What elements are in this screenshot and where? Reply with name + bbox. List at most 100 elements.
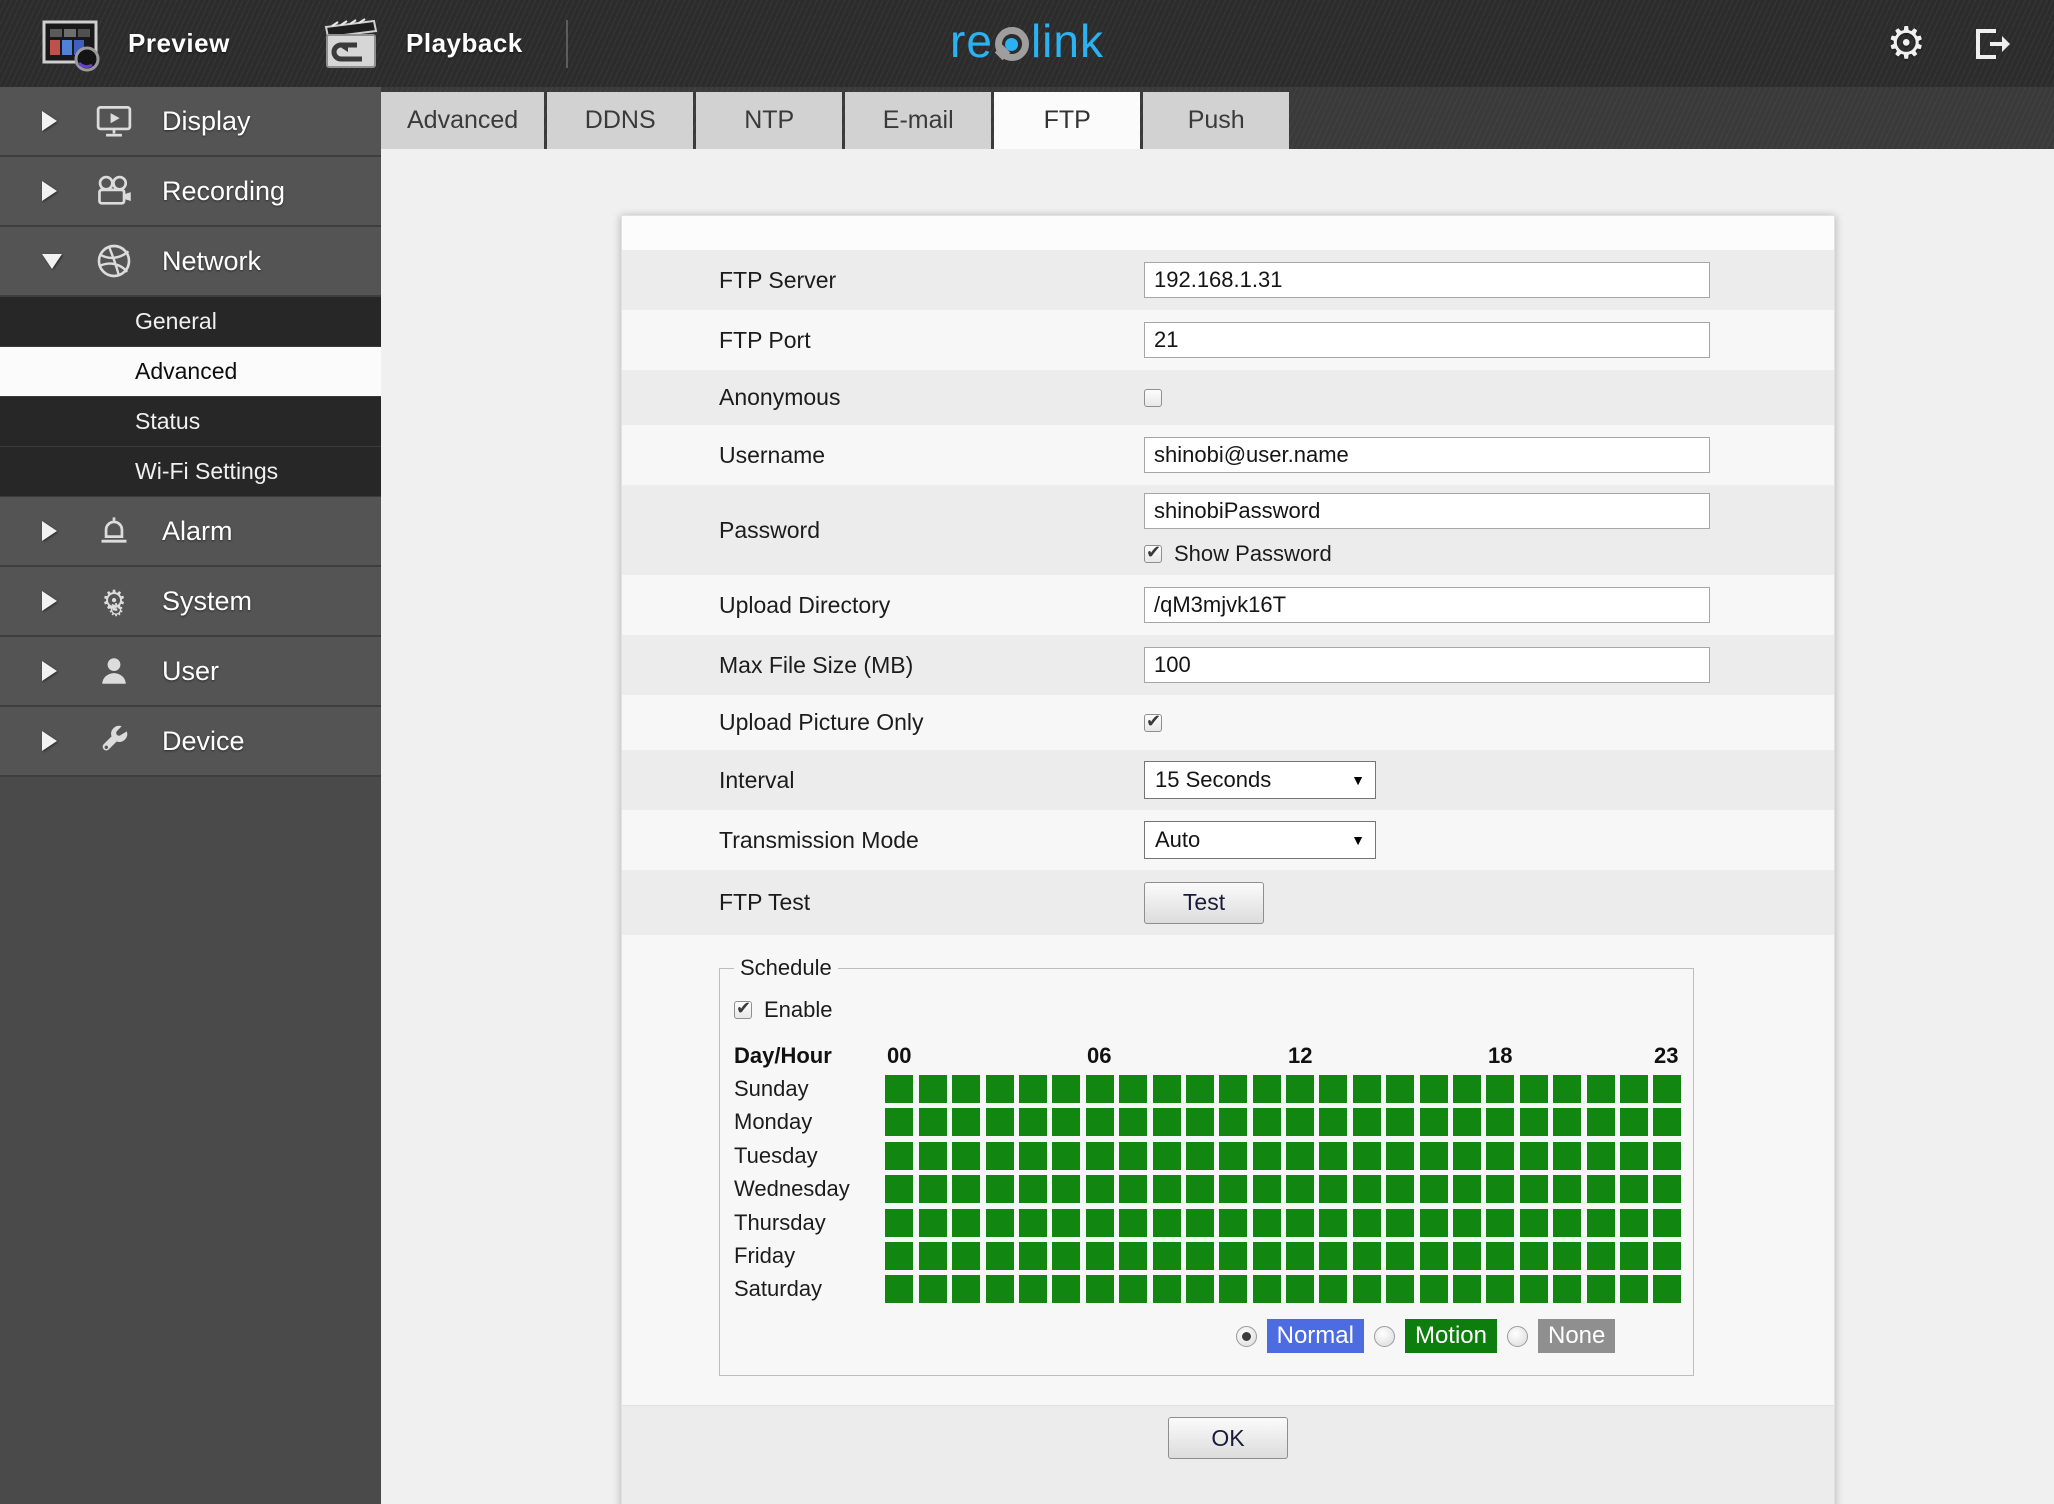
schedule-cell[interactable] xyxy=(1119,1108,1148,1137)
schedule-cell[interactable] xyxy=(1052,1275,1081,1304)
schedule-cell[interactable] xyxy=(1453,1208,1482,1237)
tab-advanced[interactable]: Advanced xyxy=(381,92,545,149)
schedule-cell[interactable] xyxy=(1553,1241,1582,1270)
logout-icon[interactable] xyxy=(1968,23,2014,65)
schedule-cell[interactable] xyxy=(1653,1075,1682,1103)
schedule-cell[interactable] xyxy=(1453,1275,1482,1304)
schedule-cell[interactable] xyxy=(1018,1141,1047,1170)
schedule-cell[interactable] xyxy=(1553,1075,1582,1103)
schedule-cell[interactable] xyxy=(1653,1241,1682,1270)
schedule-cell[interactable] xyxy=(885,1108,914,1137)
schedule-cell[interactable] xyxy=(1152,1208,1181,1237)
schedule-cell[interactable] xyxy=(1586,1208,1615,1237)
schedule-cell[interactable] xyxy=(1586,1075,1615,1103)
schedule-cell[interactable] xyxy=(1185,1108,1214,1137)
schedule-cell[interactable] xyxy=(985,1208,1014,1237)
schedule-cell[interactable] xyxy=(1319,1208,1348,1237)
sidebar-item-display[interactable]: Display xyxy=(0,87,381,157)
schedule-cell[interactable] xyxy=(985,1108,1014,1137)
schedule-cell[interactable] xyxy=(1119,1075,1148,1103)
schedule-cell[interactable] xyxy=(1286,1208,1315,1237)
transmission-mode-select[interactable]: Auto ▼ xyxy=(1144,821,1376,859)
ftp-test-button[interactable]: Test xyxy=(1144,881,1264,924)
schedule-cell[interactable] xyxy=(1352,1108,1381,1137)
show-password-checkbox[interactable] xyxy=(1144,542,1162,563)
schedule-cell[interactable] xyxy=(1486,1275,1515,1304)
schedule-cell[interactable] xyxy=(1653,1275,1682,1304)
schedule-cell[interactable] xyxy=(1386,1141,1415,1170)
schedule-cell[interactable] xyxy=(1619,1175,1648,1204)
schedule-cell[interactable] xyxy=(1018,1208,1047,1237)
schedule-cell[interactable] xyxy=(1319,1108,1348,1137)
schedule-cell[interactable] xyxy=(1519,1241,1548,1270)
sidebar-subitem-status[interactable]: Status xyxy=(0,397,381,447)
schedule-cell[interactable] xyxy=(1486,1075,1515,1103)
schedule-cell[interactable] xyxy=(1219,1108,1248,1137)
schedule-cell[interactable] xyxy=(985,1075,1014,1103)
schedule-cell[interactable] xyxy=(1286,1075,1315,1103)
schedule-cell[interactable] xyxy=(1419,1108,1448,1137)
schedule-cell[interactable] xyxy=(1653,1208,1682,1237)
schedule-cell[interactable] xyxy=(1286,1141,1315,1170)
schedule-cell[interactable] xyxy=(1219,1208,1248,1237)
schedule-cell[interactable] xyxy=(1286,1241,1315,1270)
schedule-cell[interactable] xyxy=(1252,1141,1281,1170)
schedule-cell[interactable] xyxy=(1085,1241,1114,1270)
ftp-port-input[interactable] xyxy=(1144,322,1710,358)
schedule-cell[interactable] xyxy=(1219,1141,1248,1170)
schedule-cell[interactable] xyxy=(1085,1075,1114,1103)
schedule-cell[interactable] xyxy=(1286,1175,1315,1204)
schedule-cell[interactable] xyxy=(1519,1075,1548,1103)
schedule-cell[interactable] xyxy=(1085,1108,1114,1137)
ok-button[interactable]: OK xyxy=(1168,1417,1288,1460)
schedule-cell[interactable] xyxy=(1419,1241,1448,1270)
schedule-cell[interactable] xyxy=(1419,1175,1448,1204)
schedule-cell[interactable] xyxy=(1352,1208,1381,1237)
schedule-cell[interactable] xyxy=(1219,1075,1248,1103)
schedule-cell[interactable] xyxy=(1018,1275,1047,1304)
schedule-cell[interactable] xyxy=(1553,1208,1582,1237)
schedule-cell[interactable] xyxy=(1653,1141,1682,1170)
schedule-cell[interactable] xyxy=(985,1175,1014,1204)
mode-radio-motion[interactable] xyxy=(1373,1325,1395,1347)
sidebar-item-user[interactable]: User xyxy=(0,637,381,707)
schedule-cell[interactable] xyxy=(1619,1241,1648,1270)
sidebar-item-network[interactable]: Network xyxy=(0,227,381,297)
schedule-cell[interactable] xyxy=(1419,1141,1448,1170)
schedule-cell[interactable] xyxy=(1519,1141,1548,1170)
schedule-cell[interactable] xyxy=(1052,1208,1081,1237)
schedule-cell[interactable] xyxy=(918,1175,947,1204)
schedule-cell[interactable] xyxy=(1119,1175,1148,1204)
schedule-cell[interactable] xyxy=(1286,1108,1315,1137)
schedule-cell[interactable] xyxy=(1519,1175,1548,1204)
schedule-cell[interactable] xyxy=(885,1141,914,1170)
sidebar-item-recording[interactable]: Recording xyxy=(0,157,381,227)
schedule-cell[interactable] xyxy=(1553,1175,1582,1204)
schedule-cell[interactable] xyxy=(1018,1075,1047,1103)
sidebar-item-alarm[interactable]: Alarm xyxy=(0,497,381,567)
schedule-cell[interactable] xyxy=(1052,1175,1081,1204)
mode-radio-none[interactable] xyxy=(1507,1325,1528,1347)
schedule-cell[interactable] xyxy=(1419,1208,1448,1237)
schedule-cell[interactable] xyxy=(1185,1275,1214,1304)
schedule-cell[interactable] xyxy=(918,1208,947,1237)
schedule-cell[interactable] xyxy=(1486,1175,1515,1204)
schedule-cell[interactable] xyxy=(1286,1275,1315,1304)
schedule-cell[interactable] xyxy=(1486,1108,1515,1137)
mode-pill-motion[interactable]: Motion xyxy=(1404,1319,1497,1354)
schedule-cell[interactable] xyxy=(952,1108,981,1137)
schedule-cell[interactable] xyxy=(952,1241,981,1270)
schedule-cell[interactable] xyxy=(1219,1175,1248,1204)
tab-ddns[interactable]: DDNS xyxy=(547,92,694,149)
schedule-cell[interactable] xyxy=(918,1275,947,1304)
schedule-cell[interactable] xyxy=(952,1175,981,1204)
schedule-cell[interactable] xyxy=(1052,1141,1081,1170)
schedule-cell[interactable] xyxy=(1453,1241,1482,1270)
schedule-cell[interactable] xyxy=(1085,1141,1114,1170)
schedule-cell[interactable] xyxy=(1553,1275,1582,1304)
max-file-size-input[interactable] xyxy=(1144,647,1710,683)
schedule-cell[interactable] xyxy=(1319,1075,1348,1103)
sidebar-item-device[interactable]: Device xyxy=(0,707,381,777)
schedule-cell[interactable] xyxy=(1018,1108,1047,1137)
gear-icon[interactable]: ⚙ xyxy=(1887,21,1926,66)
